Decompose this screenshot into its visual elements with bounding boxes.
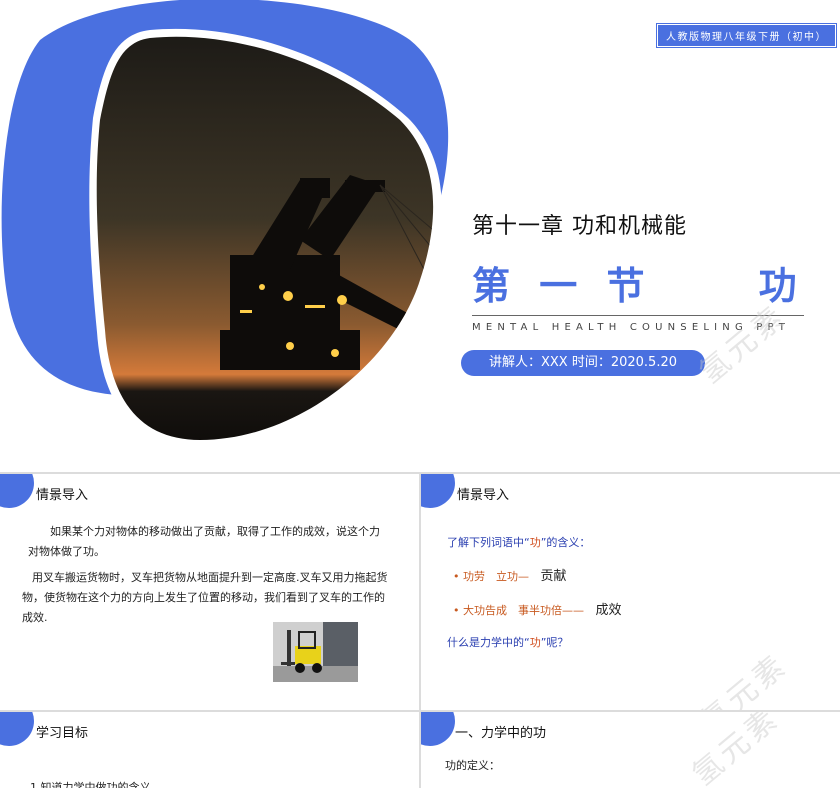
corner-accent	[421, 712, 455, 746]
forklift-image	[273, 622, 358, 682]
title-slide: 人教版物理八年级下册（初中） 第十一章 功和机械能 第 一 节 功 MENTAL…	[0, 0, 840, 472]
word-item-1-words: • 功劳 立功—	[453, 570, 529, 583]
corner-accent	[0, 474, 34, 508]
english-subtitle: MENTAL HEALTH COUNSELING PPT	[472, 322, 791, 333]
word-item-1: • 功劳 立功— 贡献	[453, 565, 567, 584]
word-item-2-meaning: 成效	[595, 603, 622, 618]
slide-title: 情景导入	[36, 488, 89, 503]
question-1-keyword: 功	[529, 536, 541, 549]
slide-scenario-intro-2: 情景导入 了解下列词语中“功”的含义： • 功劳 立功— 贡献 • 大功告成 事…	[421, 474, 840, 710]
corner-accent	[421, 474, 455, 508]
slide-title: 一、力学中的功	[455, 726, 547, 741]
definition-label: 功的定义：	[445, 759, 500, 772]
corner-accent	[0, 712, 34, 746]
edition-badge: 人教版物理八年级下册（初中）	[656, 23, 837, 48]
chapter-title: 第十一章 功和机械能	[472, 214, 687, 239]
word-item-1-meaning: 贡献	[540, 569, 567, 584]
watermark: 氢元素	[685, 712, 787, 788]
question-1-prefix: 了解下列词语中“	[447, 536, 530, 549]
photo-blob-frame	[1, 0, 449, 448]
question-1-suffix: ”的含义：	[540, 536, 591, 549]
question-2-prefix: 什么是力学中的“	[447, 636, 530, 649]
word-item-2-words: • 大功告成 事半功倍——	[453, 604, 584, 617]
paragraph-2: 用叉车搬运货物时，叉车把货物从地面提升到一定高度.叉车又用力拖起货物，使货物在这…	[22, 571, 388, 624]
presenter-pill: 讲解人：XXX 时间：2020.5.20	[461, 350, 705, 376]
question-2-keyword: 功	[529, 636, 541, 649]
question-2-suffix: ”呢？	[540, 636, 569, 649]
question-1: 了解下列词语中“功”的含义：	[447, 534, 590, 550]
slide-learning-goals: 学习目标 1.知道力学中做功的含义	[0, 712, 419, 788]
title-divider	[472, 315, 804, 316]
word-item-2: • 大功告成 事半功倍—— 成效	[453, 599, 622, 618]
paragraph-1: 如果某个力对物体的移动做出了贡献，取得了工作的成效，说这个力对物体做了功。	[28, 525, 380, 558]
slide-work-in-mechanics: 一、力学中的功 功的定义： 氢元素	[421, 712, 840, 788]
slide-title: 情景导入	[457, 488, 510, 503]
goal-item-1: 1.知道力学中做功的含义	[30, 781, 151, 788]
slide-scenario-intro-1: 情景导入 如果某个力对物体的移动做出了贡献，取得了工作的成效，说这个力对物体做了…	[0, 474, 419, 710]
question-2: 什么是力学中的“功”呢？	[447, 634, 568, 650]
watermark: 氢元素	[693, 647, 795, 710]
slide-title: 学习目标	[36, 726, 89, 741]
section-title: 第 一 节 功	[472, 264, 805, 308]
